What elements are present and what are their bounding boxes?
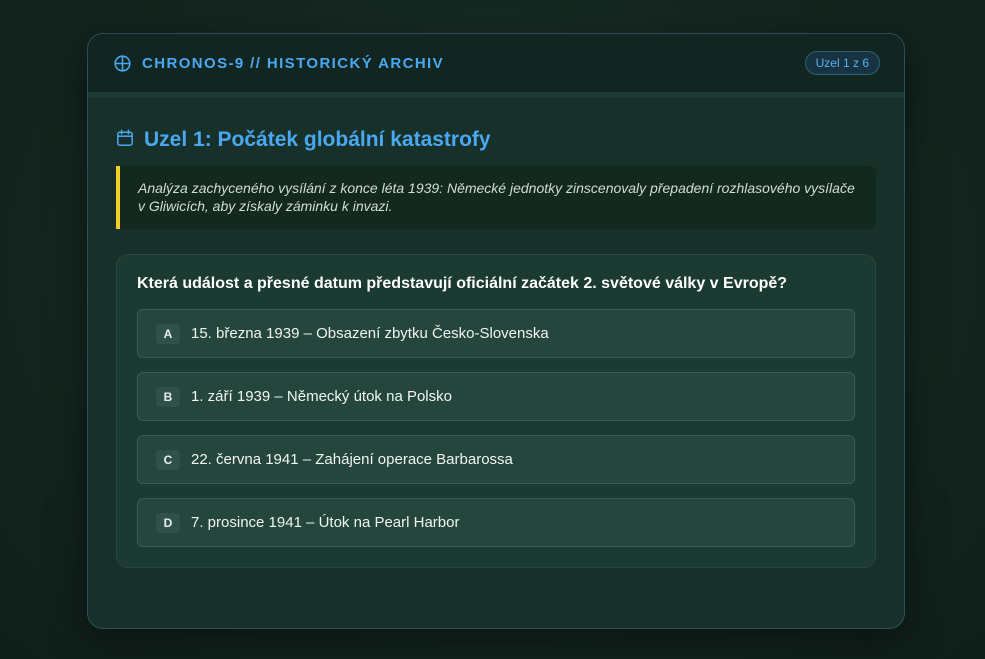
calendar-icon [116, 128, 134, 152]
option-letter-badge: B [156, 386, 180, 407]
option-label: 22. června 1941 – Zahájení operace Barba… [191, 451, 513, 468]
app-title: CHRONOS-9 // HISTORICKÝ ARCHIV [142, 54, 445, 72]
answer-option-a[interactable]: A 15. března 1939 – Obsazení zbytku Česk… [137, 309, 855, 358]
panel-header: CHRONOS-9 // HISTORICKÝ ARCHIV Uzel 1 z … [88, 34, 904, 98]
answer-option-c[interactable]: C 22. června 1941 – Zahájení operace Bar… [137, 435, 855, 484]
question-text: Která událost a přesné datum představují… [137, 275, 788, 292]
option-letter-badge: A [156, 323, 180, 344]
option-letter-badge: C [156, 449, 180, 470]
option-letter-badge: D [156, 512, 180, 533]
page-title: Uzel 1: Počátek globální katastrofy [144, 128, 491, 151]
main-content: Uzel 1: Počátek globální katastrofy Anal… [88, 93, 904, 568]
option-label: 7. prosince 1941 – Útok na Pearl Harbor [191, 514, 460, 531]
crosshair-icon [114, 54, 131, 72]
option-label: 1. září 1939 – Německý útok na Polsko [191, 388, 452, 405]
answer-option-b[interactable]: B 1. září 1939 – Německý útok na Polsko [137, 372, 855, 421]
section-heading: Uzel 1: Počátek globální katastrofy [116, 128, 876, 152]
answer-option-d[interactable]: D 7. prosince 1941 – Útok na Pearl Harbo… [137, 498, 855, 547]
brand: CHRONOS-9 // HISTORICKÝ ARCHIV [114, 55, 444, 72]
node-progress-badge: Uzel 1 z 6 [804, 51, 880, 75]
archive-panel: CHRONOS-9 // HISTORICKÝ ARCHIV Uzel 1 z … [87, 33, 905, 629]
intel-briefing: Analýza zachyceného vysílání z konce lét… [116, 166, 876, 229]
option-label: 15. března 1939 – Obsazení zbytku Česko-… [191, 325, 549, 342]
question-card: Která událost a přesné datum představují… [116, 254, 876, 568]
